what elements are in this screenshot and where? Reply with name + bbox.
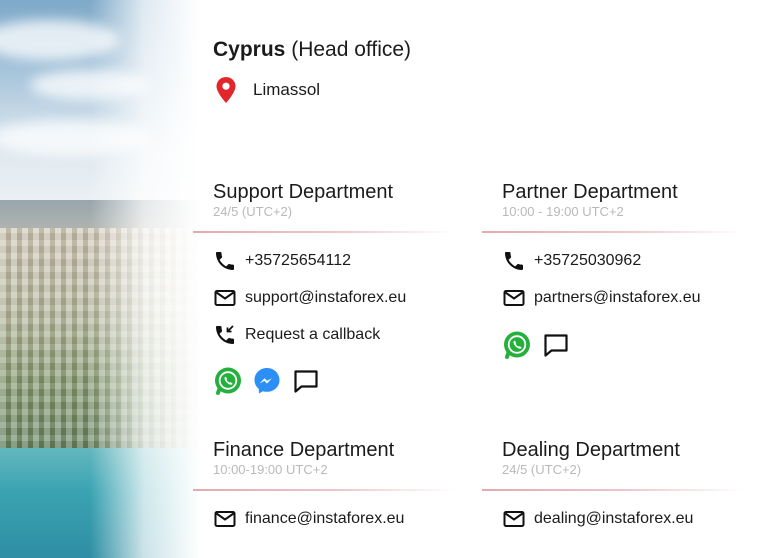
support-phone-link[interactable]: +35725654112 bbox=[213, 248, 351, 274]
dealing-divider bbox=[482, 489, 744, 491]
office-title: Cyprus (Head office) bbox=[213, 38, 411, 62]
partner-department-hours: 10:00 - 19:00 UTC+2 bbox=[502, 204, 624, 219]
support-department-hours: 24/5 (UTC+2) bbox=[213, 204, 293, 219]
chat-icon[interactable] bbox=[541, 330, 571, 360]
office-location: Limassol bbox=[213, 76, 320, 104]
partner-phone: +35725030962 bbox=[534, 252, 642, 269]
finance-email-link[interactable]: finance@instaforex.eu bbox=[213, 506, 404, 532]
partner-phone-link[interactable]: +35725030962 bbox=[502, 248, 641, 274]
request-callback-label: Request a callback bbox=[245, 326, 381, 343]
support-department: Support Department 24/5 (UTC+2) +3572565… bbox=[193, 180, 473, 395]
dealing-department-title: Dealing Department bbox=[502, 439, 680, 461]
partner-email: partners@instaforex.eu bbox=[534, 289, 701, 306]
phone-icon bbox=[505, 252, 523, 270]
support-email-link[interactable]: support@instaforex.eu bbox=[213, 285, 406, 311]
chat-icon[interactable] bbox=[291, 366, 321, 396]
dealing-department: Dealing Department 24/5 (UTC+2) dealing@… bbox=[482, 438, 762, 527]
partner-department: Partner Department 10:00 - 19:00 UTC+2 +… bbox=[482, 180, 762, 359]
office-country: Cyprus bbox=[213, 38, 286, 61]
phone-icon bbox=[216, 252, 234, 270]
partner-messengers bbox=[502, 330, 580, 360]
partner-department-title: Partner Department bbox=[502, 181, 678, 203]
support-messengers bbox=[213, 366, 330, 396]
whatsapp-icon[interactable] bbox=[213, 366, 243, 396]
whatsapp-icon[interactable] bbox=[502, 330, 532, 360]
email-icon bbox=[214, 511, 236, 527]
email-icon bbox=[214, 290, 236, 306]
support-phone: +35725654112 bbox=[245, 252, 352, 269]
phone-callback-icon bbox=[216, 325, 234, 344]
support-email: support@instaforex.eu bbox=[245, 289, 407, 306]
support-department-title: Support Department bbox=[213, 181, 394, 203]
finance-department-title: Finance Department bbox=[213, 439, 395, 461]
office-label: (Head office) bbox=[291, 38, 412, 61]
finance-department-hours: 10:00-19:00 UTC+2 bbox=[213, 462, 328, 477]
dealing-email-link[interactable]: dealing@instaforex.eu bbox=[502, 506, 693, 532]
finance-email: finance@instaforex.eu bbox=[245, 510, 405, 527]
dealing-department-hours: 24/5 (UTC+2) bbox=[502, 462, 582, 477]
city-photo bbox=[0, 0, 200, 558]
request-callback-link[interactable]: Request a callback bbox=[213, 322, 380, 348]
email-icon bbox=[503, 511, 525, 527]
email-icon bbox=[503, 290, 525, 306]
messenger-icon[interactable] bbox=[252, 366, 282, 396]
finance-divider bbox=[193, 489, 455, 491]
partner-email-link[interactable]: partners@instaforex.eu bbox=[502, 285, 701, 311]
map-pin-icon bbox=[216, 77, 236, 103]
support-divider bbox=[193, 231, 455, 233]
finance-department: Finance Department 10:00-19:00 UTC+2 fin… bbox=[193, 438, 473, 527]
office-city: Limassol bbox=[253, 80, 321, 99]
partner-divider bbox=[482, 231, 744, 233]
dealing-email: dealing@instaforex.eu bbox=[534, 510, 694, 527]
